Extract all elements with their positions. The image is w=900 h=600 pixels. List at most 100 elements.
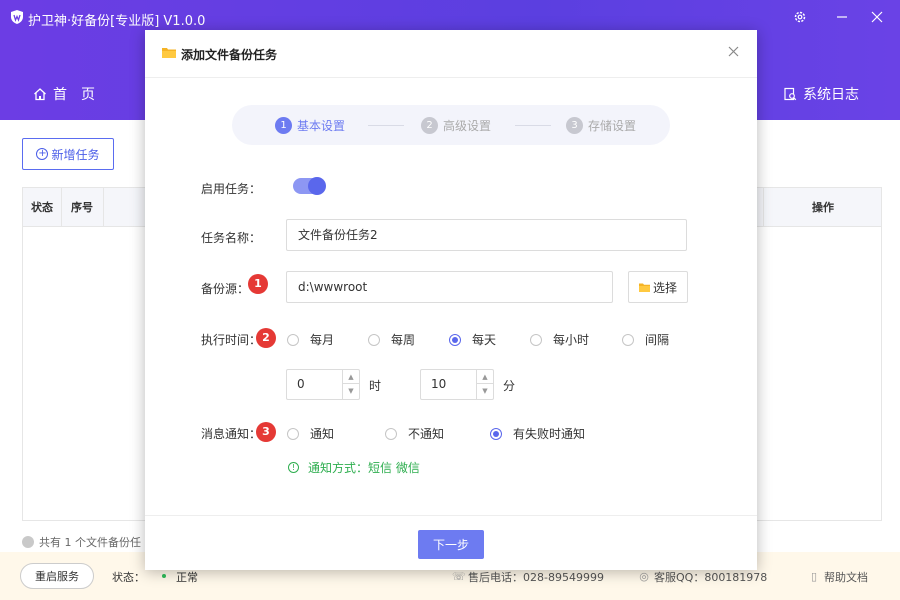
nav-system-log[interactable]: 系统日志	[783, 84, 859, 104]
hour-increment-button[interactable]: ▲	[343, 370, 359, 384]
step-number: 3	[566, 117, 583, 134]
step-storage[interactable]: 3 存储设置	[566, 117, 636, 134]
headset-icon: ☏	[452, 570, 466, 583]
log-search-icon	[784, 87, 797, 101]
add-task-button[interactable]: + 新增任务	[22, 138, 114, 170]
hour-stepper-arrows: ▲ ▼	[342, 370, 359, 399]
enable-task-label: 启用任务：	[201, 182, 262, 196]
minute-unit: 分	[503, 379, 516, 393]
step-number: 2	[421, 117, 438, 134]
add-task-label: 新增任务	[51, 147, 100, 162]
status-label: 状态：	[112, 571, 145, 584]
radio-circle	[287, 427, 299, 440]
radio-label: 有失败时通知	[513, 427, 586, 441]
hour-stepper[interactable]: 0 ▲ ▼	[286, 369, 360, 400]
radio-label: 每月	[310, 333, 335, 347]
step-number: 1	[275, 117, 292, 134]
minute-decrement-button[interactable]: ▼	[477, 384, 493, 398]
time-option-daily[interactable]: 每天	[449, 331, 496, 348]
step-connector	[368, 125, 404, 126]
support-qq-text: 客服QQ：800181978	[654, 571, 768, 584]
task-name-input[interactable]: 文件备份任务2	[286, 219, 687, 251]
radio-label: 每周	[391, 333, 416, 347]
minute-stepper-arrows: ▲ ▼	[476, 370, 493, 399]
execution-time-label: 执行时间：	[201, 333, 262, 347]
dialog-header: 添加文件备份任务	[145, 30, 757, 78]
select-source-button[interactable]: 选择	[628, 271, 688, 303]
book-icon: ▯	[810, 570, 818, 583]
dialog-title: 添加文件备份任务	[181, 48, 278, 62]
info-circle-icon: !	[288, 462, 299, 473]
next-step-button[interactable]: 下一步	[418, 530, 484, 559]
notify-option-on-failure[interactable]: 有失败时通知	[490, 425, 585, 442]
settings-button[interactable]	[790, 7, 810, 27]
wizard-steps: 1 基本设置 2 高级设置 3 存储设置	[232, 105, 670, 145]
enable-task-toggle[interactable]	[293, 177, 326, 195]
radio-label: 通知	[310, 427, 335, 441]
notification-label: 消息通知：	[201, 427, 262, 441]
help-docs-text: 帮助文档	[824, 571, 868, 584]
backup-source-input[interactable]: d:\wwwroot	[286, 271, 613, 303]
time-option-interval[interactable]: 间隔	[622, 331, 669, 348]
support-phone: ☏ 售后电话：028-89549999	[452, 569, 604, 585]
gear-icon	[794, 11, 806, 23]
minute-stepper[interactable]: 10 ▲ ▼	[420, 369, 494, 400]
select-source-label: 选择	[652, 280, 677, 295]
nav-home[interactable]: 首页	[33, 84, 109, 104]
task-name-label: 任务名称：	[201, 231, 262, 245]
step-connector	[515, 125, 551, 126]
time-option-monthly[interactable]: 每月	[287, 331, 334, 348]
folder-icon	[638, 283, 650, 292]
notify-option-none[interactable]: 不通知	[385, 425, 444, 442]
time-option-hourly[interactable]: 每小时	[530, 331, 589, 348]
annotation-badge-2: 2	[256, 328, 276, 348]
column-divider	[103, 188, 104, 227]
annotation-badge-3: 3	[256, 422, 276, 442]
time-option-weekly[interactable]: 每周	[368, 331, 415, 348]
hour-unit: 时	[369, 379, 382, 393]
dialog-close-button[interactable]	[725, 44, 741, 60]
radio-label: 每天	[472, 333, 497, 347]
support-qq[interactable]: ◎ 客服QQ：800181978	[638, 569, 767, 585]
notify-method-text: 通知方式：短信 微信	[308, 461, 420, 475]
column-status: 状态	[31, 201, 53, 214]
minimize-icon	[837, 16, 847, 18]
radio-circle	[490, 427, 502, 440]
column-index: 序号	[71, 201, 93, 214]
radio-circle	[385, 427, 397, 440]
radio-label: 每小时	[553, 333, 590, 347]
step-label: 基本设置	[297, 119, 346, 133]
plus-circle-icon: +	[36, 148, 49, 160]
minute-value: 10	[431, 377, 447, 391]
add-backup-task-dialog: 添加文件备份任务 1 基本设置 2 高级设置 3 存储设置 启用任务： 任务名称…	[145, 30, 757, 570]
close-window-button[interactable]	[867, 7, 887, 27]
restart-service-button[interactable]: 重启服务	[20, 563, 94, 589]
close-icon	[728, 46, 738, 57]
radio-circle	[449, 333, 461, 346]
backup-source-label: 备份源：	[201, 282, 250, 296]
radio-label: 间隔	[645, 333, 670, 347]
qq-icon: ◎	[639, 570, 649, 583]
hour-decrement-button[interactable]: ▼	[343, 384, 359, 398]
nav-home-label: 首页	[53, 87, 109, 103]
step-label: 高级设置	[443, 119, 492, 133]
app-title: 护卫神·好备份[专业版] V1.0.0	[28, 14, 206, 29]
status-dot	[162, 574, 166, 578]
minute-increment-button[interactable]: ▲	[477, 370, 493, 384]
column-actions: 操作	[812, 201, 834, 214]
radio-circle	[368, 333, 380, 346]
help-docs-link[interactable]: ▯ 帮助文档	[808, 569, 868, 585]
status-value: 正常	[176, 571, 198, 584]
home-icon	[34, 88, 46, 101]
close-icon	[871, 11, 883, 23]
hour-value: 0	[297, 377, 305, 391]
minimize-button[interactable]	[832, 7, 852, 27]
step-basic[interactable]: 1 基本设置	[275, 117, 345, 134]
step-advanced[interactable]: 2 高级设置	[421, 117, 491, 134]
task-count: 共有 1 个文件备份任	[22, 534, 141, 550]
radio-circle	[287, 333, 299, 346]
notify-option-notify[interactable]: 通知	[287, 425, 334, 442]
nav-system-log-label: 系统日志	[803, 87, 859, 103]
step-label: 存储设置	[588, 119, 637, 133]
shield-logo-icon	[11, 10, 23, 24]
